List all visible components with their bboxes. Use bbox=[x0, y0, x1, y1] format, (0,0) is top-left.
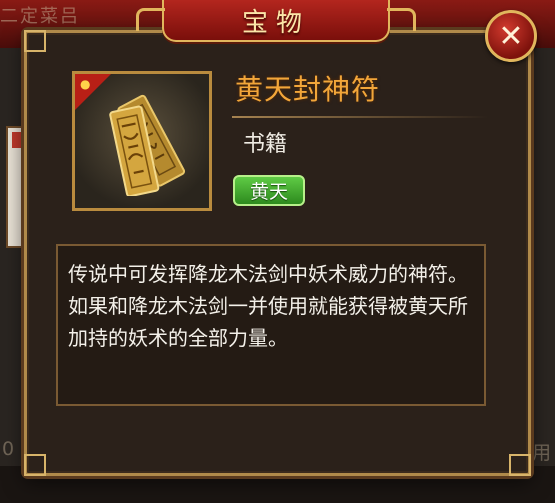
item-name: 黄天封神符 bbox=[235, 73, 381, 106]
rarity-ribbon bbox=[75, 74, 113, 112]
item-category: 书籍 bbox=[243, 132, 288, 157]
background-top-text: 二定菜吕 bbox=[0, 6, 80, 27]
dialog-title-banner: 宝物 bbox=[136, 0, 416, 42]
frame-corner bbox=[24, 30, 46, 52]
divider bbox=[232, 116, 488, 118]
close-button[interactable]: ✕ bbox=[485, 10, 537, 62]
person-icon: ● bbox=[80, 77, 91, 91]
banner-wing bbox=[387, 8, 416, 31]
item-description: 传说中可发挥降龙木法剑中妖术威力的神符。如果和降龙木法剑一并使用就能获得被黄天所… bbox=[68, 262, 468, 350]
close-icon: ✕ bbox=[498, 18, 524, 54]
background-bottom-left-text: 0 bbox=[2, 438, 15, 460]
banner-wing bbox=[136, 8, 165, 31]
frame-corner bbox=[509, 454, 531, 476]
item-icon-frame: ● bbox=[72, 71, 212, 211]
description-panel: 传说中可发挥降龙木法剑中妖术威力的神符。如果和降龙木法剑一并使用就能获得被黄天所… bbox=[56, 244, 486, 406]
frame-corner bbox=[24, 454, 46, 476]
item-faction-tag: 黄天 bbox=[233, 175, 305, 206]
dialog-title: 宝物 bbox=[241, 7, 310, 38]
